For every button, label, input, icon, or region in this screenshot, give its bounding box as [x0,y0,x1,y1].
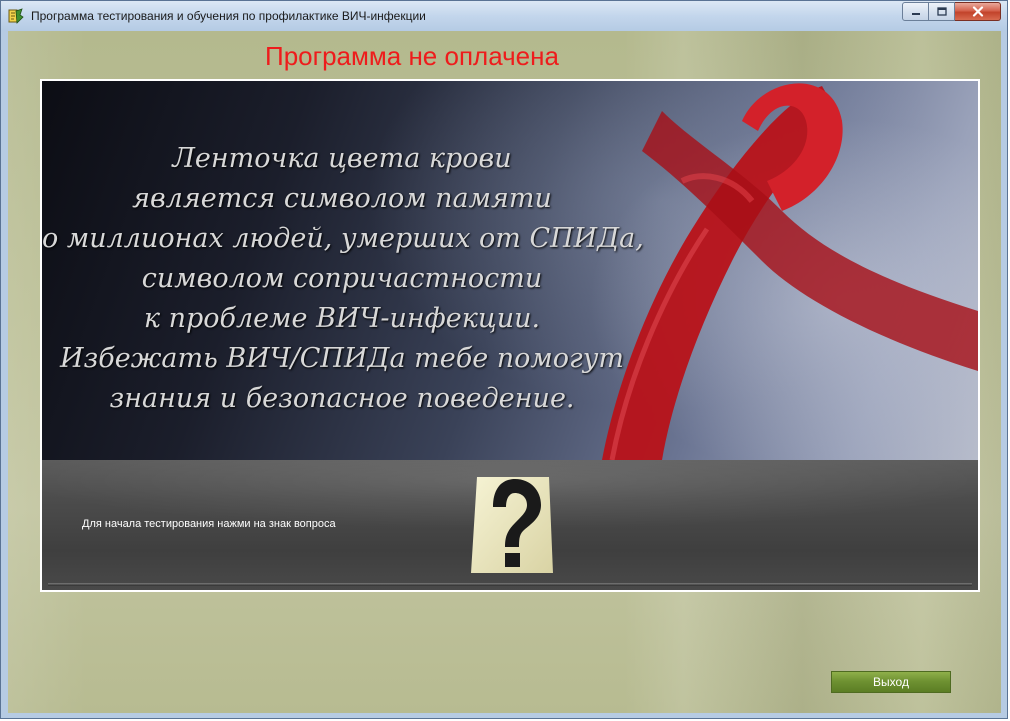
app-window: Программа тестирования и обучения по про… [0,0,1008,719]
exit-button[interactable]: Выход [831,671,951,693]
quote-line: Ленточка цвета крови [172,143,512,174]
window-controls [902,2,1001,21]
maximize-button[interactable] [929,2,955,21]
title-bar[interactable]: Программа тестирования и обучения по про… [1,1,1007,31]
quote-line: к проблеме ВИЧ-инфекции. [143,303,541,334]
maximize-icon [936,7,947,16]
quote-line: является символом памяти [132,183,552,214]
client-area: Программа не оплачена Ленточка цвета кро… [8,31,1001,713]
start-panel: Для начала тестирования нажми на знак во… [42,460,978,590]
panel-divider [48,583,972,586]
window-title: Программа тестирования и обучения по про… [31,9,426,23]
minimize-button[interactable] [902,2,929,21]
minimize-icon [911,12,920,15]
banner: Ленточка цвета крови является символом п… [40,79,980,592]
start-test-button[interactable] [469,467,555,573]
quote-line: символом сопричастности [141,263,543,294]
quote-line: о миллионах людей, умерших от СПИДа, [42,223,644,254]
start-hint: Для начала тестирования нажми на знак во… [82,518,336,530]
close-button[interactable] [955,2,1001,21]
close-icon [972,6,983,17]
red-ribbon-image: Ленточка цвета крови является символом п… [42,81,978,460]
quote-line: Избежать ВИЧ/СПИДа тебе помогут [60,343,624,374]
question-mark-icon [471,477,553,573]
unpaid-status-label: Программа не оплачена [265,41,559,71]
app-icon [8,8,24,24]
quote-line: знания и безопасное поведение. [109,383,575,414]
quote-text: Ленточка цвета крови является символом п… [42,139,644,419]
